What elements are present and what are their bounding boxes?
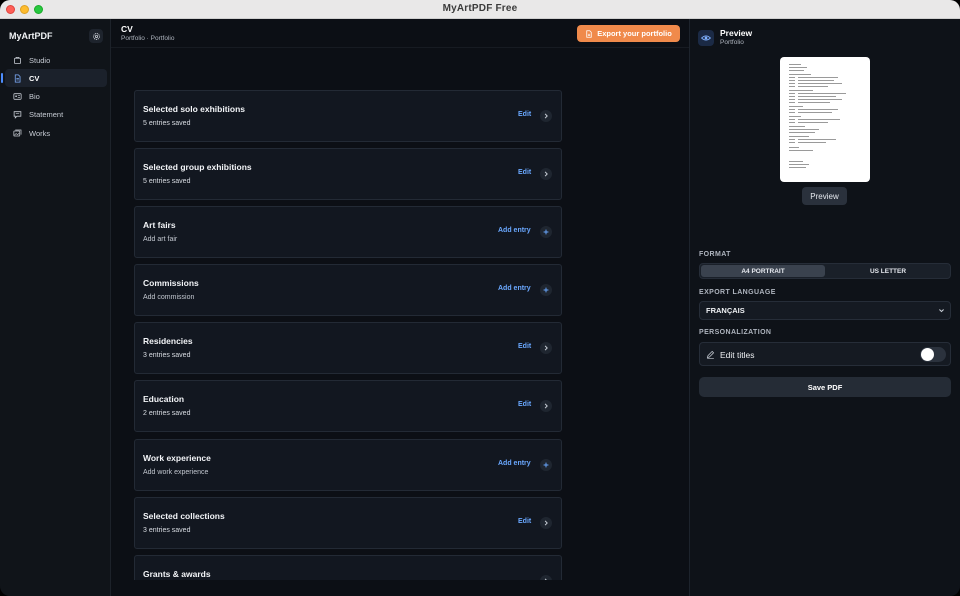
app-window: MyArtPDF Free MyArtPDF Studio CV Bio Sta…: [0, 0, 960, 596]
add-entry-button[interactable]: Add entry: [498, 227, 531, 234]
section-subtitle: 3 entries saved: [143, 527, 191, 534]
chevron-right-icon[interactable]: [540, 168, 552, 180]
format-option-us-letter[interactable]: US LETTER: [826, 265, 950, 277]
eye-icon: [698, 30, 714, 46]
cv-section-card[interactable]: Selected collections 3 entries saved Edi…: [134, 497, 562, 549]
sidebar-item-label: Statement: [29, 110, 64, 120]
cv-section-card[interactable]: Commissions Add commission Add entry: [134, 264, 562, 316]
export-language-value: FRANÇAIS: [706, 306, 745, 315]
export-portfolio-button[interactable]: Export your portfolio: [577, 25, 680, 42]
personalization-label: PERSONALIZATION: [699, 329, 772, 336]
settings-button[interactable]: [89, 29, 103, 43]
section-subtitle: 5 entries saved: [143, 178, 191, 185]
section-title: Selected collections: [143, 511, 225, 521]
toggle-knob: [921, 348, 934, 361]
plus-icon[interactable]: [540, 226, 552, 238]
edit-button[interactable]: Edit: [518, 343, 531, 350]
format-segmented-control: A4 PORTRAIT US LETTER: [699, 263, 951, 279]
preview-title: Preview: [720, 28, 753, 38]
id-card-icon: [11, 91, 23, 103]
main-content: CV Portfolio · Portfolio Export your por…: [111, 19, 689, 596]
top-bar: CV Portfolio · Portfolio Export your por…: [111, 19, 689, 48]
edit-titles-row: Edit titles: [699, 342, 951, 366]
section-subtitle: 2 entries saved: [143, 410, 191, 417]
preview-panel: Preview Portfolio Preview FORMAT A4 PORT…: [689, 19, 960, 596]
plus-icon[interactable]: [540, 284, 552, 296]
cv-section-card[interactable]: Education 2 entries saved Edit: [134, 380, 562, 432]
edit-button[interactable]: Edit: [518, 518, 531, 525]
section-title: Selected group exhibitions: [143, 162, 252, 172]
chevron-right-icon[interactable]: [540, 342, 552, 354]
section-title: Work experience: [143, 453, 211, 463]
cv-section-card[interactable]: Selected group exhibitions 5 entries sav…: [134, 148, 562, 200]
preview-subtitle: Portfolio: [720, 39, 744, 46]
sidebar-item-works[interactable]: Works: [5, 124, 107, 142]
app-brand: MyArtPDF: [9, 31, 53, 41]
format-label: FORMAT: [699, 251, 731, 258]
sidebar-nav: Studio CV Bio Statement Works: [1, 51, 107, 142]
section-title: Commissions: [143, 278, 199, 288]
section-title: Residencies: [143, 336, 193, 346]
cv-section-card[interactable]: Work experience Add work experience Add …: [134, 439, 562, 491]
images-icon: [11, 127, 23, 139]
section-title: Selected solo exhibitions: [143, 104, 246, 114]
save-pdf-button[interactable]: Save PDF: [699, 377, 951, 397]
sidebar-item-statement[interactable]: Statement: [5, 106, 107, 124]
section-subtitle: Add work experience: [143, 469, 209, 476]
add-entry-button[interactable]: Add entry: [498, 285, 531, 292]
sidebar-item-studio[interactable]: Studio: [5, 51, 107, 69]
edit-titles-toggle[interactable]: [920, 347, 946, 362]
breadcrumb: Portfolio · Portfolio: [121, 35, 175, 42]
title-bar: MyArtPDF Free: [0, 0, 960, 19]
export-portfolio-label: Export your portfolio: [597, 29, 672, 38]
edit-button[interactable]: Edit: [518, 169, 531, 176]
gear-icon: [92, 32, 100, 40]
cv-section-list: Selected solo exhibitions 5 entries save…: [134, 90, 562, 580]
section-subtitle: Add commission: [143, 294, 195, 301]
export-language-select[interactable]: FRANÇAIS: [699, 301, 951, 320]
document-icon: [11, 72, 23, 84]
add-entry-button[interactable]: Add entry: [498, 460, 531, 467]
chevron-right-icon[interactable]: [540, 575, 552, 580]
sidebar-item-label: Works: [29, 128, 51, 138]
pdf-preview-thumbnail[interactable]: [780, 57, 870, 182]
pencil-icon: [706, 350, 715, 359]
edit-titles-label: Edit titles: [720, 350, 755, 360]
export-language-label: EXPORT LANGUAGE: [699, 289, 776, 296]
chevron-right-icon[interactable]: [540, 400, 552, 412]
section-title: Education: [143, 394, 185, 404]
page-title: CV: [121, 24, 133, 34]
studio-icon: [11, 54, 23, 66]
section-subtitle: Add art fair: [143, 236, 178, 243]
cv-section-card[interactable]: Selected solo exhibitions 5 entries save…: [134, 90, 562, 142]
section-title: Grants & awards: [143, 569, 211, 579]
cv-section-card[interactable]: Grants & awards: [134, 555, 562, 580]
edit-button[interactable]: Edit: [518, 111, 531, 118]
window-title: MyArtPDF Free: [442, 3, 518, 14]
cv-section-card[interactable]: Art fairs Add art fair Add entry: [134, 206, 562, 258]
cv-section-card[interactable]: Residencies 3 entries saved Edit: [134, 322, 562, 374]
format-option-a4-portrait[interactable]: A4 PORTRAIT: [701, 265, 825, 277]
sidebar-item-label: Bio: [29, 92, 40, 102]
plus-icon[interactable]: [540, 459, 552, 471]
chevron-down-icon: [938, 307, 945, 314]
edit-button[interactable]: Edit: [518, 401, 531, 408]
speech-bubble-icon: [11, 109, 23, 121]
sidebar-item-label: Studio: [29, 55, 51, 65]
file-export-icon: [585, 29, 593, 38]
chevron-right-icon[interactable]: [540, 110, 552, 122]
section-subtitle: 3 entries saved: [143, 352, 191, 359]
preview-button[interactable]: Preview: [802, 187, 847, 205]
section-subtitle: 5 entries saved: [143, 120, 191, 127]
sidebar-item-label: CV: [29, 73, 40, 83]
section-title: Art fairs: [143, 220, 176, 230]
sidebar-item-bio[interactable]: Bio: [5, 88, 107, 106]
sidebar-item-cv[interactable]: CV: [1, 69, 107, 88]
sidebar: MyArtPDF Studio CV Bio Statement Works: [0, 19, 111, 596]
chevron-right-icon[interactable]: [540, 517, 552, 529]
